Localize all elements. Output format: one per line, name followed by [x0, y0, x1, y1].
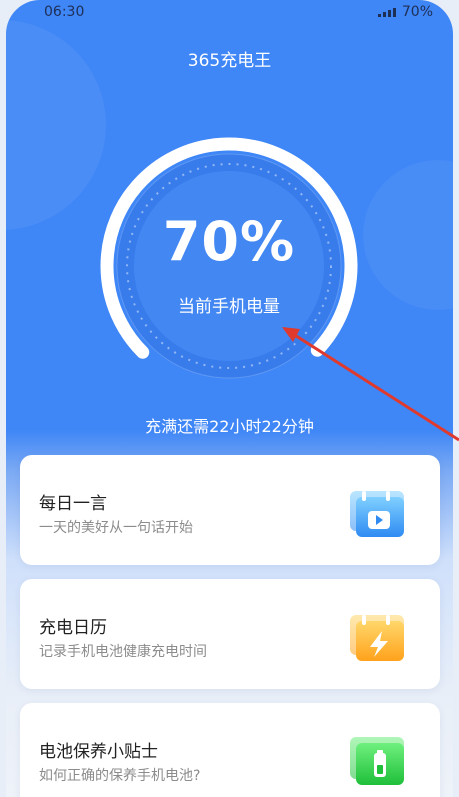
calendar-lightning-icon [350, 615, 404, 661]
card-subtitle: 记录手机电池健康充电时间 [39, 644, 207, 660]
phone-screen: 06:30 70% 365充电王 70% 当前手机电量 充满还需22小时22分钟… [6, 0, 453, 797]
card-title: 每日一言 [39, 494, 107, 514]
battery-percentage: 70% [162, 210, 296, 273]
status-indicators: 70% [377, 4, 433, 20]
card-subtitle: 一天的美好从一句话开始 [39, 520, 193, 536]
card-title: 充电日历 [39, 618, 107, 638]
battery-tips-icon [350, 737, 404, 785]
battery-label: 当前手机电量 [178, 297, 280, 317]
signal-icon [377, 7, 396, 17]
status-bar: 06:30 70% [6, 0, 453, 26]
background-decoration [363, 160, 453, 310]
card-battery-tips[interactable]: 电池保养小贴士 如何正确的保养手机电池? [20, 703, 440, 797]
card-subtitle: 如何正确的保养手机电池? [39, 768, 201, 784]
status-battery: 70% [401, 4, 433, 20]
card-charging-calendar[interactable]: 充电日历 记录手机电池健康充电时间 [20, 579, 440, 689]
card-title: 电池保养小贴士 [39, 742, 158, 762]
app-title: 365充电王 [187, 51, 272, 71]
battery-gauge: 70% 当前手机电量 [99, 136, 359, 396]
calendar-video-icon [350, 491, 404, 537]
status-time: 06:30 [44, 4, 85, 20]
charge-remaining-time: 充满还需22小时22分钟 [145, 417, 314, 436]
card-daily-quote[interactable]: 每日一言 一天的美好从一句话开始 [20, 455, 440, 565]
